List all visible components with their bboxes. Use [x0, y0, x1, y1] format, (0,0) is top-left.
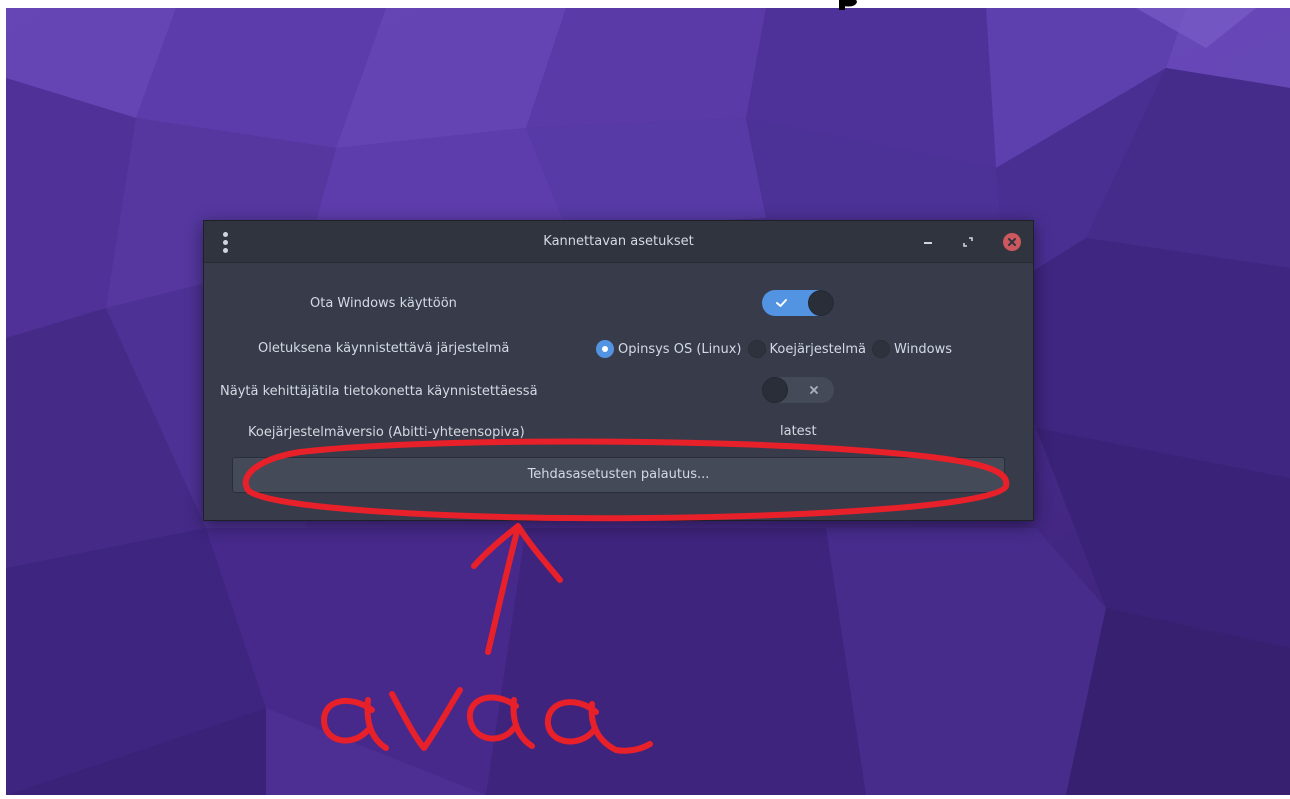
window-titlebar[interactable]: Kannettavan asetukset: [204, 221, 1033, 263]
maximize-icon[interactable]: [960, 234, 976, 250]
exam-version-value: latest: [780, 424, 817, 439]
factory-reset-button[interactable]: Tehdasasetusten palautus...: [232, 457, 1005, 493]
screenshot-border-left: [0, 0, 6, 799]
radio-indicator: [871, 340, 890, 358]
radio-koejarjestelma[interactable]: Koejärjestelmä: [747, 340, 866, 358]
switch-knob: [762, 377, 788, 403]
default-os-label: Oletuksena käynnistettävä järjestelmä: [258, 341, 510, 356]
exam-version-label: Koejärjestelmäversio (Abitti-yhteensopiv…: [248, 425, 525, 440]
check-icon: [776, 299, 787, 307]
default-os-radio-group: Opinsys OS (Linux) Koejärjestelmä Window…: [596, 338, 958, 360]
radio-indicator: [596, 340, 614, 358]
radio-indicator: [747, 340, 766, 358]
cropped-glyph: [829, 0, 869, 12]
radio-label: Opinsys OS (Linux): [618, 341, 742, 357]
screenshot-border-bottom: [0, 795, 1290, 799]
settings-window: Kannettavan asetukset Ota Windows käyttö…: [203, 220, 1034, 521]
desktop: Kannettavan asetukset Ota Windows käyttö…: [0, 0, 1290, 799]
radio-windows[interactable]: Windows: [871, 340, 953, 358]
enable-windows-switch[interactable]: [762, 290, 834, 316]
enable-windows-label: Ota Windows käyttöön: [310, 296, 457, 311]
radio-label: Koejärjestelmä: [769, 341, 866, 357]
switch-knob: [808, 290, 834, 316]
minimize-icon[interactable]: [920, 234, 936, 250]
radio-opinsys-os[interactable]: Opinsys OS (Linux): [596, 340, 742, 358]
developer-mode-label: Näytä kehittäjätila tietokonetta käynnis…: [220, 384, 538, 399]
window-title: Kannettavan asetukset: [543, 234, 694, 249]
menu-dots-icon[interactable]: [220, 232, 232, 254]
screenshot-border-top: [0, 0, 1290, 8]
developer-mode-switch[interactable]: [762, 377, 834, 403]
x-icon: [810, 386, 818, 394]
close-icon[interactable]: [1003, 233, 1021, 251]
radio-label: Windows: [893, 341, 953, 357]
